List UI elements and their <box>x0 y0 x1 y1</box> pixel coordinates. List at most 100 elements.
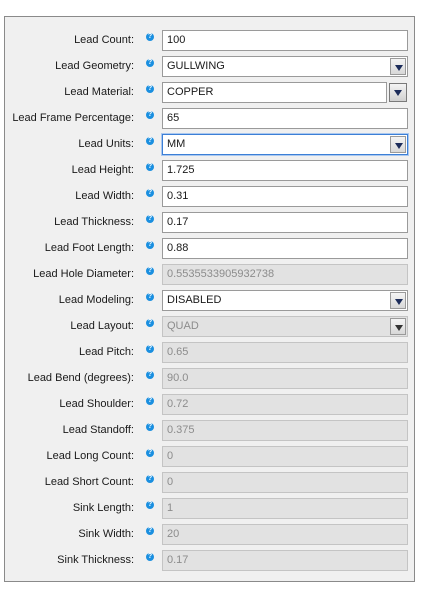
chevron-down-icon[interactable] <box>390 292 406 309</box>
lead-geometry-dropdown[interactable]: GULLWING <box>162 56 408 77</box>
lead-units-row: Lead Units:? MM <box>5 134 414 155</box>
lead-pitch-input: 0.65 <box>162 342 408 363</box>
lead-thickness-input[interactable]: 0.17 <box>162 212 408 233</box>
lead-properties-panel: Lead Count:? 100 Lead Geometry:? GULLWING Le… <box>4 16 415 582</box>
lead-hole-diameter-value: 0.5535533905932738 <box>167 268 275 280</box>
help-icon[interactable]: ? <box>146 449 154 457</box>
lead-width-value: 0.31 <box>167 190 189 202</box>
lead-material-value: COPPER <box>167 86 214 98</box>
lead-units-value: MM <box>167 138 186 150</box>
help-icon[interactable]: ? <box>146 293 154 301</box>
lead-modeling-row: Lead Modeling:? DISABLED <box>5 290 414 311</box>
sink-thickness-input: 0.17 <box>162 550 408 571</box>
lead-long-count-value: 0 <box>167 450 174 462</box>
help-icon[interactable]: ? <box>146 85 154 93</box>
lead-geometry-label: Lead Geometry: <box>55 60 134 72</box>
lead-foot-length-row: Lead Foot Length:? 0.88 <box>5 238 414 259</box>
chevron-down-icon[interactable] <box>390 136 406 153</box>
lead-bend-degrees-input: 90.0 <box>162 368 408 389</box>
lead-geometry-value: GULLWING <box>167 60 225 72</box>
lead-short-count-row: Lead Short Count:? 0 <box>5 472 414 493</box>
lead-thickness-value: 0.17 <box>167 216 189 228</box>
lead-bend-degrees-label: Lead Bend (degrees): <box>27 372 134 384</box>
lead-hole-diameter-input: 0.5535533905932738 <box>162 264 408 285</box>
lead-layout-dropdown: QUAD <box>162 316 408 337</box>
lead-count-row: Lead Count:? 100 <box>5 30 414 51</box>
help-icon[interactable]: ? <box>146 319 154 327</box>
lead-standoff-label: Lead Standoff: <box>62 424 134 436</box>
lead-foot-length-label: Lead Foot Length: <box>44 242 134 254</box>
sink-length-row: Sink Length:? 1 <box>5 498 414 519</box>
lead-foot-length-input[interactable]: 0.88 <box>162 238 408 259</box>
chevron-down-icon[interactable] <box>389 83 407 102</box>
lead-modeling-value: DISABLED <box>167 294 222 306</box>
help-icon[interactable]: ? <box>146 527 154 535</box>
lead-standoff-value: 0.375 <box>167 424 195 436</box>
lead-width-label: Lead Width: <box>75 190 134 202</box>
lead-material-row: Lead Material:? COPPER <box>5 82 414 103</box>
lead-count-label: Lead Count: <box>74 34 134 46</box>
lead-count-input[interactable]: 100 <box>162 30 408 51</box>
help-icon[interactable]: ? <box>146 371 154 379</box>
help-icon[interactable]: ? <box>146 553 154 561</box>
help-icon[interactable]: ? <box>146 163 154 171</box>
sink-length-value: 1 <box>167 502 174 514</box>
sink-thickness-row: Sink Thickness:? 0.17 <box>5 550 414 571</box>
lead-height-value: 1.725 <box>167 164 195 176</box>
lead-shoulder-row: Lead Shoulder:? 0.72 <box>5 394 414 415</box>
lead-long-count-label: Lead Long Count: <box>46 450 134 462</box>
lead-hole-diameter-row: Lead Hole Diameter:? 0.5535533905932738 <box>5 264 414 285</box>
lead-modeling-dropdown[interactable]: DISABLED <box>162 290 408 311</box>
chevron-down-icon[interactable] <box>390 58 406 75</box>
lead-width-input[interactable]: 0.31 <box>162 186 408 207</box>
sink-thickness-label: Sink Thickness: <box>57 554 134 566</box>
lead-shoulder-input: 0.72 <box>162 394 408 415</box>
help-icon[interactable]: ? <box>146 423 154 431</box>
help-icon[interactable]: ? <box>146 189 154 197</box>
lead-standoff-row: Lead Standoff:? 0.375 <box>5 420 414 441</box>
lead-material-label: Lead Material: <box>64 86 134 98</box>
help-icon[interactable]: ? <box>146 241 154 249</box>
lead-bend-degrees-row: Lead Bend (degrees):? 90.0 <box>5 368 414 389</box>
sink-width-value: 20 <box>167 528 180 540</box>
lead-bend-degrees-value: 90.0 <box>167 372 189 384</box>
help-icon[interactable]: ? <box>146 33 154 41</box>
sink-length-label: Sink Length: <box>72 502 134 514</box>
sink-thickness-value: 0.17 <box>167 554 189 566</box>
help-icon[interactable]: ? <box>146 501 154 509</box>
lead-material-dropdown[interactable]: COPPER <box>162 82 387 103</box>
lead-layout-row: Lead Layout:? QUAD <box>5 316 414 337</box>
help-icon[interactable]: ? <box>146 345 154 353</box>
help-icon[interactable]: ? <box>146 111 154 119</box>
lead-hole-diameter-label: Lead Hole Diameter: <box>33 268 134 280</box>
lead-long-count-input: 0 <box>162 446 408 467</box>
lead-units-dropdown[interactable]: MM <box>162 134 408 155</box>
help-icon[interactable]: ? <box>146 215 154 223</box>
help-icon[interactable]: ? <box>146 267 154 275</box>
lead-layout-value: QUAD <box>167 320 199 332</box>
lead-geometry-row: Lead Geometry:? GULLWING <box>5 56 414 77</box>
help-icon[interactable]: ? <box>146 475 154 483</box>
lead-layout-label: Lead Layout: <box>70 320 134 332</box>
lead-modeling-label: Lead Modeling: <box>58 294 134 306</box>
lead-height-input[interactable]: 1.725 <box>162 160 408 181</box>
lead-standoff-input: 0.375 <box>162 420 408 441</box>
lead-thickness-label: Lead Thickness: <box>54 216 134 228</box>
lead-pitch-value: 0.65 <box>167 346 189 358</box>
chevron-down-icon <box>390 318 406 335</box>
help-icon[interactable]: ? <box>146 397 154 405</box>
lead-height-label: Lead Height: <box>71 164 134 176</box>
help-icon[interactable]: ? <box>146 59 154 67</box>
lead-short-count-input: 0 <box>162 472 408 493</box>
help-icon[interactable]: ? <box>146 137 154 145</box>
lead-width-row: Lead Width:? 0.31 <box>5 186 414 207</box>
lead-frame-percentage-input[interactable]: 65 <box>162 108 408 129</box>
lead-long-count-row: Lead Long Count:? 0 <box>5 446 414 467</box>
lead-short-count-value: 0 <box>167 476 174 488</box>
lead-frame-percentage-value: 65 <box>167 112 180 124</box>
lead-pitch-row: Lead Pitch:? 0.65 <box>5 342 414 363</box>
lead-shoulder-value: 0.72 <box>167 398 189 410</box>
lead-thickness-row: Lead Thickness:? 0.17 <box>5 212 414 233</box>
lead-pitch-label: Lead Pitch: <box>78 346 134 358</box>
lead-frame-percentage-row: Lead Frame Percentage:? 65 <box>5 108 414 129</box>
